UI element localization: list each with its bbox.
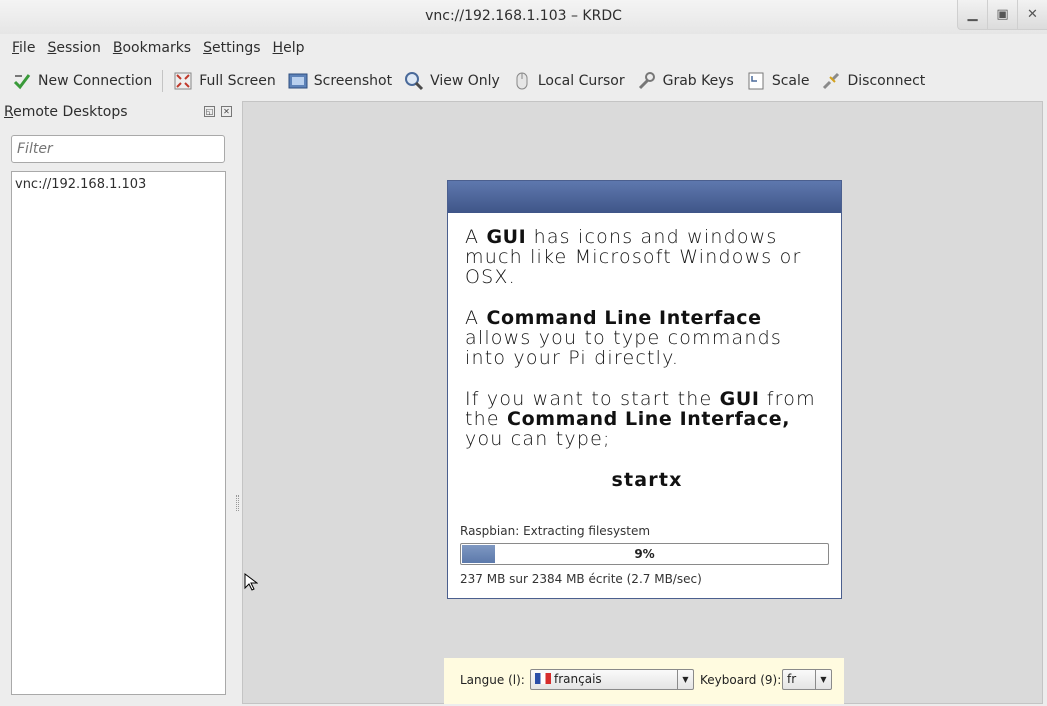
screenshot-icon — [288, 71, 308, 91]
new-connection-label: New Connection — [38, 73, 153, 89]
toolbar-separator — [162, 70, 164, 92]
full-screen-label: Full Screen — [199, 73, 276, 89]
toolbar: New Connection Full Screen Screenshot Vi… — [0, 64, 1047, 98]
local-cursor-button[interactable]: Local Cursor — [506, 67, 631, 95]
menu-help[interactable]: Help — [267, 40, 311, 56]
scale-label: Scale — [771, 73, 810, 89]
minimize-icon: ▁ — [967, 7, 978, 22]
disconnect-icon — [821, 71, 841, 91]
dialog-header — [448, 181, 841, 213]
full-screen-icon — [173, 71, 193, 91]
screenshot-label: Screenshot — [313, 73, 393, 89]
startx-command: startx — [611, 469, 683, 491]
float-icon: ◱ — [205, 107, 214, 116]
scale-icon — [746, 71, 766, 91]
new-connection-icon — [12, 71, 32, 91]
minimize-button[interactable]: ▁ — [957, 0, 987, 30]
screenshot-button[interactable]: Screenshot — [282, 67, 398, 95]
menu-bookmarks[interactable]: Bookmarks — [107, 40, 197, 56]
close-icon: ✕ — [1027, 7, 1038, 22]
disconnect-button[interactable]: Disconnect — [815, 67, 931, 95]
chevron-down-icon: ▼ — [677, 670, 693, 689]
maximize-icon: ▣ — [996, 7, 1009, 22]
new-connection-button[interactable]: New Connection — [6, 67, 158, 95]
grab-keys-label: Grab Keys — [662, 73, 734, 89]
close-icon: ✕ — [223, 107, 230, 116]
filter-input[interactable] — [11, 135, 225, 163]
menu-session[interactable]: Session — [41, 40, 106, 56]
menu-settings[interactable]: Settings — [197, 40, 266, 56]
scale-button[interactable]: Scale — [740, 67, 816, 95]
maximize-button[interactable]: ▣ — [987, 0, 1017, 30]
dock-close-button[interactable]: ✕ — [221, 106, 232, 117]
window-title: vnc://192.168.1.103 – KRDC — [425, 8, 622, 24]
french-flag-icon — [535, 673, 551, 684]
installer-dialog: A GUI has icons and windows much like Mi… — [447, 180, 842, 599]
view-only-label: View Only — [430, 73, 500, 89]
slide-text: A GUI has icons and windows much like Mi… — [448, 213, 841, 490]
keyboard-select[interactable]: fr ▼ — [782, 669, 832, 690]
language-bar: Langue (l): français ▼ Keyboard (9): fr … — [444, 658, 844, 704]
status-text: Raspbian: Extracting filesystem — [460, 524, 651, 538]
progress-bar: 9% — [460, 543, 829, 565]
langue-label: Langue (l): — [460, 673, 525, 687]
disconnect-label: Disconnect — [847, 73, 926, 89]
keyboard-label: Keyboard (9): — [700, 673, 782, 687]
view-only-button[interactable]: View Only — [398, 67, 506, 95]
remote-desktops-dock: Remote Desktops ◱ ✕ vnc://192.168.1.103 — [0, 100, 240, 706]
dock-title: Remote Desktops — [4, 104, 128, 120]
close-button[interactable]: ✕ — [1017, 0, 1047, 30]
magnifier-icon — [404, 71, 424, 91]
dock-splitter-handle[interactable] — [236, 495, 239, 511]
list-item[interactable]: vnc://192.168.1.103 — [12, 172, 225, 197]
remote-desktop-view[interactable]: A GUI has icons and windows much like Mi… — [242, 101, 1043, 704]
chevron-down-icon: ▼ — [815, 670, 831, 689]
window-titlebar: vnc://192.168.1.103 – KRDC ▁ ▣ ✕ — [0, 0, 1047, 34]
mouse-pointer-icon — [244, 573, 259, 595]
mouse-icon — [512, 71, 532, 91]
full-screen-button[interactable]: Full Screen — [167, 67, 282, 95]
local-cursor-label: Local Cursor — [537, 73, 625, 89]
remote-desktops-list[interactable]: vnc://192.168.1.103 — [11, 171, 226, 695]
menu-file[interactable]: File — [6, 40, 41, 56]
dock-float-button[interactable]: ◱ — [204, 106, 215, 117]
langue-select[interactable]: français ▼ — [530, 669, 694, 690]
grab-keys-button[interactable]: Grab Keys — [631, 67, 740, 95]
progress-label: 9% — [634, 547, 655, 561]
wrench-icon — [637, 71, 657, 91]
transfer-rate-text: 237 MB sur 2384 MB écrite (2.7 MB/sec) — [460, 572, 702, 586]
menubar: File Session Bookmarks Settings Help — [0, 34, 1047, 62]
